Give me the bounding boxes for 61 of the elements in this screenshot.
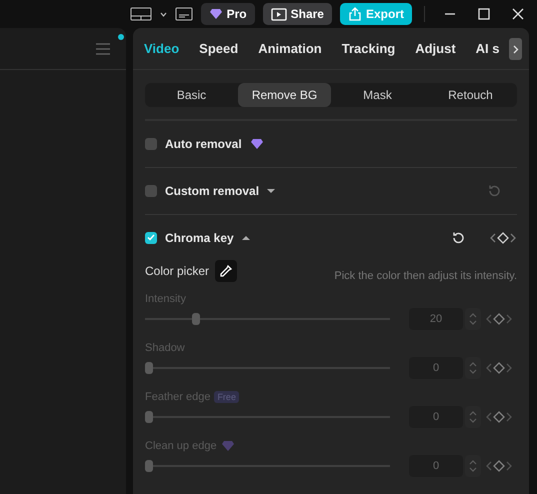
caret-up-icon[interactable] — [242, 235, 250, 240]
keyframe-icon[interactable] — [493, 460, 505, 472]
close-icon[interactable] — [510, 6, 526, 22]
up-down-icon — [469, 313, 477, 325]
tab[interactable]: Animation — [258, 41, 322, 56]
keyframe-icon[interactable] — [493, 411, 505, 423]
stepper-button[interactable] — [465, 308, 481, 330]
menu-icon[interactable] — [96, 42, 110, 54]
scroll-tabs-button[interactable] — [509, 38, 522, 60]
keyframe-icon[interactable] — [493, 313, 505, 325]
previous-keyframe-icon[interactable] — [489, 232, 497, 244]
up-down-icon — [469, 460, 477, 472]
keyframe-icon[interactable] — [497, 232, 509, 244]
checkbox[interactable] — [145, 138, 157, 150]
sub-tab[interactable]: Mask — [331, 83, 424, 107]
section-label: Chroma key — [165, 230, 234, 244]
tab[interactable]: Speed — [199, 41, 238, 56]
tab[interactable]: Adjust — [415, 41, 456, 56]
stepper-button[interactable] — [465, 406, 481, 428]
sub-tab[interactable]: Retouch — [424, 83, 517, 107]
checkbox[interactable] — [145, 232, 157, 244]
next-keyframe-icon[interactable] — [505, 362, 513, 374]
tab[interactable]: Video — [144, 41, 180, 56]
next-keyframe-icon[interactable] — [509, 232, 517, 244]
up-down-icon — [469, 411, 477, 423]
previous-keyframe-icon[interactable] — [485, 362, 493, 374]
section-label: Custom removal — [165, 184, 260, 198]
tab[interactable]: Tracking — [342, 41, 396, 56]
subtitle-icon[interactable] — [174, 7, 193, 21]
diamond-icon — [208, 8, 223, 20]
tab[interactable]: AI s — [476, 41, 500, 56]
next-keyframe-icon[interactable] — [505, 460, 513, 472]
upload-icon — [348, 7, 362, 21]
sub-tab[interactable]: Remove BG — [238, 83, 331, 107]
chevron-right-icon — [512, 44, 518, 54]
caret-down-icon[interactable] — [267, 188, 276, 194]
diamond-icon — [250, 138, 264, 150]
keyframe-icon[interactable] — [493, 362, 505, 374]
share-button[interactable]: Share — [262, 3, 332, 25]
sub-tab[interactable]: Basic — [145, 83, 238, 107]
eyedropper-button[interactable] — [215, 260, 238, 282]
eyedropper-icon — [219, 264, 234, 278]
field-label: Color picker — [145, 264, 210, 278]
stepper-button[interactable] — [465, 357, 481, 379]
play-screen-icon — [270, 8, 287, 20]
caret-icon[interactable] — [160, 12, 167, 16]
previous-keyframe-icon[interactable] — [485, 411, 493, 423]
previous-keyframe-icon[interactable] — [485, 460, 493, 472]
maximize-icon[interactable] — [476, 6, 492, 22]
previous-keyframe-icon[interactable] — [485, 313, 493, 325]
up-down-icon — [469, 362, 477, 374]
checkbox[interactable] — [145, 185, 157, 197]
reset-icon[interactable] — [451, 230, 465, 244]
pro-button[interactable]: Pro — [200, 3, 255, 25]
stepper-button[interactable] — [465, 455, 481, 477]
layout-icon[interactable] — [130, 7, 152, 21]
next-keyframe-icon[interactable] — [505, 411, 513, 423]
check-icon — [147, 234, 155, 241]
hint-text: Pick the color then adjust its intensity. — [334, 268, 517, 282]
next-keyframe-icon[interactable] — [505, 313, 513, 325]
section-label: Auto removal — [165, 137, 242, 151]
